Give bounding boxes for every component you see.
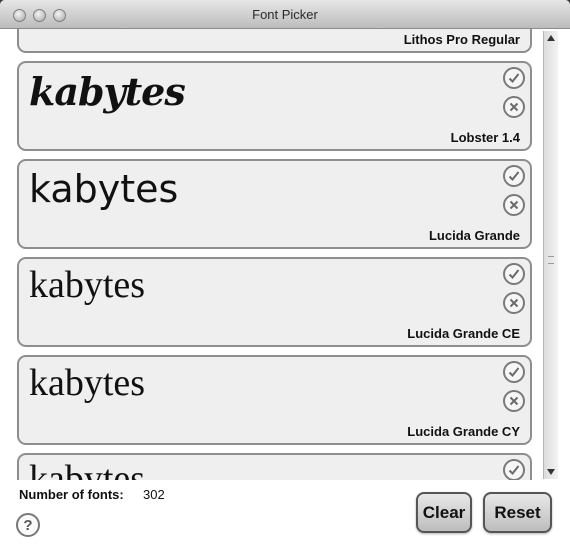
- checkmark-circle-icon[interactable]: [503, 459, 525, 480]
- font-card: kabytes Lucida Grande: [17, 159, 532, 249]
- font-name-label: Lucida Grande CE: [407, 326, 520, 341]
- font-count-value: 302: [143, 487, 165, 502]
- font-count-label: Number of fonts:: [19, 487, 124, 502]
- clear-button[interactable]: Clear: [416, 492, 472, 533]
- x-circle-icon[interactable]: [503, 390, 525, 412]
- font-sample-text: kabytes: [29, 264, 146, 306]
- font-sample-text: kabytes: [29, 167, 179, 211]
- reset-button[interactable]: Reset: [483, 492, 552, 533]
- font-sample-text: kabytes: [29, 69, 186, 114]
- vertical-scrollbar[interactable]: [543, 31, 558, 479]
- font-sample-text: kabytes: [29, 362, 146, 404]
- window-title: Font Picker: [252, 7, 318, 22]
- font-name-label: Lucida Grande CY: [407, 424, 520, 439]
- help-icon[interactable]: ?: [16, 513, 40, 537]
- font-picker-window: Font Picker Lithos Pro Regular kabytes L…: [0, 0, 570, 552]
- font-list[interactable]: Lithos Pro Regular kabytes Lobster 1.4 k…: [11, 29, 541, 480]
- font-name-label: Lithos Pro Regular: [403, 32, 520, 47]
- font-card: kabytes Lucida Grande CY: [17, 355, 532, 445]
- x-circle-icon[interactable]: [503, 194, 525, 216]
- title-bar[interactable]: Font Picker: [0, 0, 570, 29]
- font-name-label: Lobster 1.4: [450, 130, 520, 145]
- scroll-down-arrow-icon[interactable]: [544, 465, 558, 479]
- x-circle-icon[interactable]: [503, 292, 525, 314]
- font-card: kabytes: [17, 453, 532, 480]
- checkmark-circle-icon[interactable]: [503, 67, 525, 89]
- checkmark-circle-icon[interactable]: [503, 361, 525, 383]
- x-circle-icon[interactable]: [503, 96, 525, 118]
- checkmark-circle-icon[interactable]: [503, 165, 525, 187]
- scroll-up-arrow-icon[interactable]: [544, 31, 558, 45]
- font-name-label: Lucida Grande: [428, 228, 520, 243]
- scroll-thumb-grip[interactable]: [548, 256, 554, 264]
- font-sample-text: kabytes: [29, 458, 146, 480]
- font-card: kabytes Lobster 1.4: [17, 61, 532, 151]
- font-card: kabytes Lucida Grande CE: [17, 257, 532, 347]
- checkmark-circle-icon[interactable]: [503, 263, 525, 285]
- font-card: Lithos Pro Regular: [17, 29, 532, 53]
